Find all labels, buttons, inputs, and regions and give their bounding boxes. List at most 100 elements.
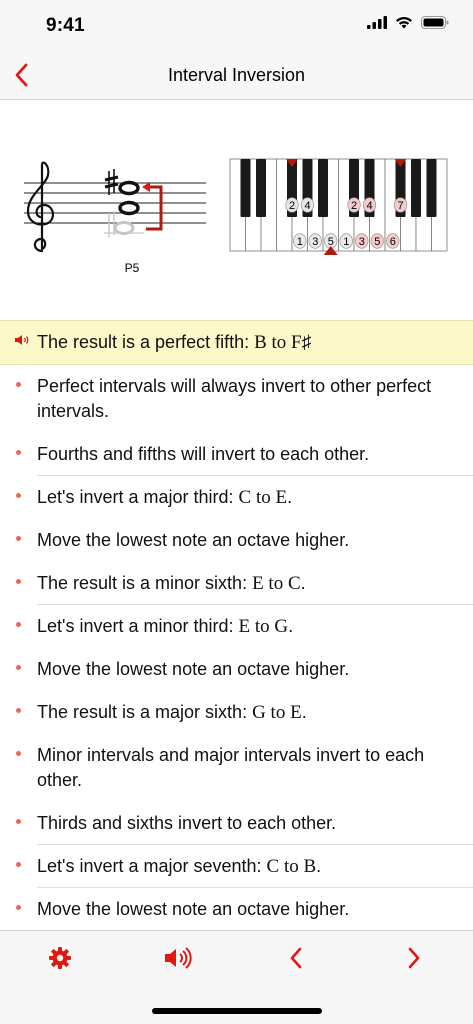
key-label: 3 [359,236,365,248]
list-item[interactable]: Let's invert a major third: C to E. [0,476,473,519]
list-item-text-end: . [301,702,307,722]
bullet-dot [16,536,21,541]
black-key [426,159,437,217]
list-item[interactable]: The result is a major sixth: G to E. [0,691,473,734]
list-item-text: Move the lowest note an octave higher. [37,657,349,682]
list-item-text-main: Fourths and fifths will invert to each o… [37,444,370,464]
black-key [256,159,266,217]
list-item-text-main: Move the lowest note an octave higher. [37,659,350,679]
list-item-text-end: . [300,573,306,593]
page-title: Interval Inversion [167,65,306,85]
list-item[interactable]: Let's invert a major seventh: C to B. [0,845,473,888]
instruction-list: The result is a perfect fifth: B to F♯ Pe… [0,320,473,931]
list-item-text-main: The result is a minor sixth: [37,573,253,593]
list-item[interactable]: Perfect intervals will always invert to … [0,365,473,433]
chevron-left-icon [290,947,302,969]
key-label: 4 [366,200,372,212]
bullet-dot [16,862,21,867]
note-f-sharp [118,180,140,196]
list-item[interactable]: Move the lowest note an octave higher. [0,648,473,691]
list-item-text-main: The result is a perfect fifth: [37,332,255,352]
list-item-text-main: Let's invert a major third: [37,487,239,507]
key-label: 2 [289,200,295,212]
treble-clef-icon [26,161,54,253]
status-bar: 9:41 [0,0,473,50]
bullet-dot [16,819,21,824]
list-item-text-main: Move the lowest note an octave higher. [37,899,350,919]
chevron-right-icon [408,947,420,969]
key-label: 1 [343,236,349,248]
list-item-text: The result is a perfect fifth: B to F♯ [37,330,311,355]
bullet-dot [16,665,21,670]
list-item-text: Let's invert a minor third: E to G. [37,614,293,639]
key-label: 4 [304,200,310,212]
play-sound-button[interactable] [160,943,196,973]
list-item-text-main: Move the lowest note an octave higher. [37,530,350,550]
list-item-text: Let's invert a major seventh: C to B. [37,854,321,879]
previous-button[interactable] [278,943,314,973]
inversion-arrow-icon [142,182,163,231]
list-item-notes: C to B [266,856,317,877]
bullet-dot [16,905,21,910]
interval-label: P5 [124,261,140,275]
bullet-dot [16,382,21,387]
bullet-dot [16,708,21,713]
list-item-text-main: Perfect intervals will always invert to … [37,376,432,421]
key-label: 7 [397,200,403,212]
list-item-notes: G to E [252,702,302,723]
list-item-text: Let's invert a major third: C to E. [37,485,292,510]
key-label: 2 [351,200,357,212]
bullet-dot [16,579,21,584]
current-step-item[interactable]: The result is a perfect fifth: B to F♯ [0,320,473,365]
next-button[interactable] [396,943,432,973]
key-label: 3 [312,236,318,248]
list-item-text: Perfect intervals will always invert to … [37,374,453,424]
list-item-text-main: Thirds and sixths invert to each other. [37,813,337,833]
list-item[interactable]: Fourths and fifths will invert to each o… [0,433,473,476]
list-item-text-main: The result is a major sixth: [37,702,253,722]
piano-keyboard: 1351356 24247 [229,158,448,255]
list-item[interactable]: The result is a minor sixth: E to C. [0,562,473,605]
list-item-text-main: Let's invert a major seventh: [37,856,267,876]
key-label: 5 [374,236,380,248]
status-icons [367,16,449,29]
list-item-notes: E to C [252,573,301,594]
list-item[interactable]: Move the lowest note an octave higher. [0,519,473,562]
list-item-text-end: . [288,616,294,636]
settings-button[interactable] [42,943,78,973]
list-item-text-end: . [287,487,293,507]
list-item[interactable]: Minor intervals and major intervals inve… [0,734,473,802]
bullet-dot [16,493,21,498]
interval-diagram: P5 1351356 24247 [0,101,473,319]
signal-icon [367,16,387,29]
list-item-text-main: Minor intervals and major intervals inve… [37,745,425,790]
list-item-notes: E to G [238,616,289,637]
key-label: 6 [390,236,396,248]
list-item-text: Minor intervals and major intervals inve… [37,743,453,793]
bullet-dot [16,751,21,756]
wifi-icon [396,17,412,29]
home-indicator [152,1008,322,1014]
list-item-text: Move the lowest note an octave higher. [37,528,349,553]
list-item-notes: C to E [238,487,288,508]
list-item[interactable]: Thirds and sixths invert to each other. [0,802,473,845]
sharp-icon [104,169,119,195]
bullet-dot [16,450,21,455]
list-item[interactable]: Move the lowest note an octave higher. [0,888,473,931]
music-staff [24,161,206,253]
navigation-bar: Interval Inversion [0,50,473,100]
gear-icon [49,947,71,969]
speaker-icon [14,334,32,349]
black-key [411,159,421,217]
speaker-icon [165,947,192,969]
black-key [240,159,251,217]
status-time: 9:41 [46,15,85,36]
list-item-text-main: Let's invert a minor third: [37,616,239,636]
list-item-text: Move the lowest note an octave higher. [37,897,349,922]
note-b [118,200,140,216]
list-item[interactable]: Let's invert a minor third: E to G. [0,605,473,648]
list-item-text: The result is a minor sixth: E to C. [37,571,306,596]
list-item-text: Thirds and sixths invert to each other. [37,811,336,836]
battery-icon [421,16,449,29]
ghost-note [113,221,135,235]
